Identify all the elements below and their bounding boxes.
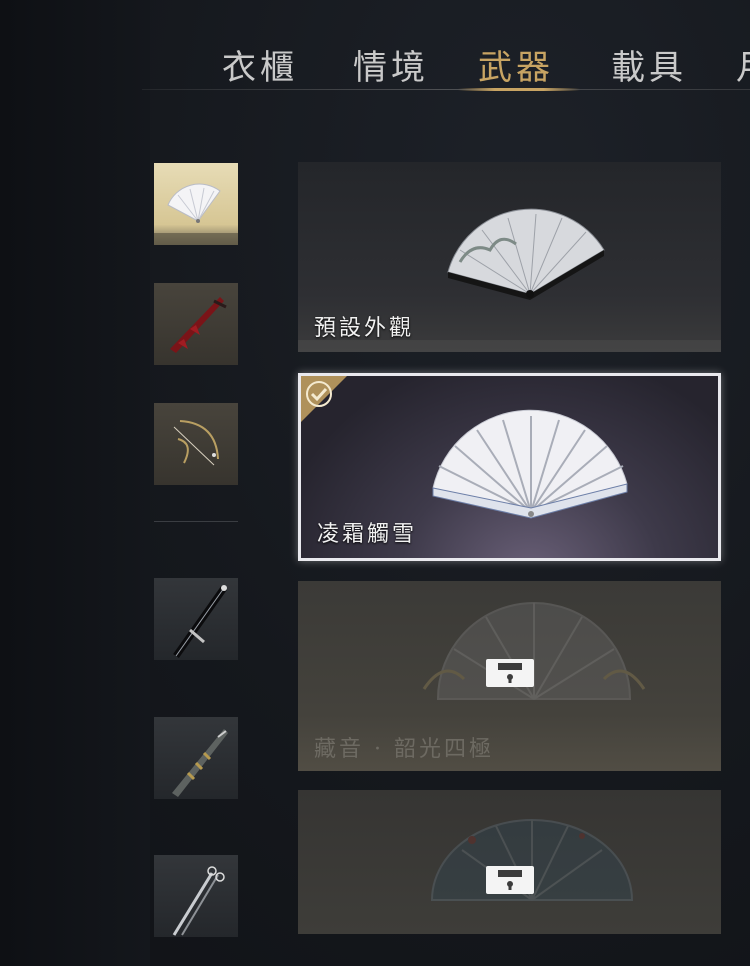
thumb-divider <box>154 521 238 522</box>
category-tabs: 衣櫃 情境 武器 載具 月 <box>0 0 750 92</box>
tab-wardrobe[interactable]: 衣櫃 <box>222 40 298 89</box>
weapon-thumb-black-sword[interactable] <box>154 578 238 660</box>
weapon-thumb-red-blade[interactable] <box>154 283 238 365</box>
lock-icon <box>486 659 534 687</box>
skin-card-default[interactable]: 預設外觀 <box>298 162 721 352</box>
ornate-blade-icon <box>172 729 228 797</box>
tab-scene[interactable]: 情境 <box>353 40 429 89</box>
white-fan-icon <box>154 183 238 245</box>
twin-blades-icon <box>172 866 225 936</box>
skin-card-frost[interactable]: 凌霜觸雪 <box>298 373 721 561</box>
skin-name: 藏音 · 韶光四極 <box>314 737 494 762</box>
tab-vehicles[interactable]: 載具 <box>611 40 687 89</box>
skin-name: 預設外觀 <box>314 316 415 341</box>
weapon-thumb-twin-blades[interactable] <box>154 855 238 937</box>
lock-icon <box>486 866 534 894</box>
skin-card-locked-2[interactable] <box>298 790 721 934</box>
side-shade <box>0 0 150 966</box>
black-sword-icon <box>173 585 227 659</box>
weapon-thumb-bow[interactable] <box>154 403 238 485</box>
skin-card-locked-1[interactable]: 藏音 · 韶光四極 <box>298 581 721 771</box>
red-blade-icon <box>170 297 227 353</box>
tab-more[interactable]: 月 <box>736 40 750 89</box>
tab-divider <box>142 89 750 90</box>
locked-fan-art-2 <box>430 819 634 901</box>
weapon-thumb-ornate-blade[interactable] <box>154 717 238 799</box>
weapon-thumb-fan[interactable] <box>154 163 238 245</box>
tab-weapons[interactable]: 武器 <box>478 40 554 89</box>
bow-icon <box>173 420 219 466</box>
skin-name: 凌霜觸雪 <box>317 522 418 547</box>
equipped-check-icon <box>301 376 347 422</box>
active-tab-indicator <box>458 88 580 91</box>
